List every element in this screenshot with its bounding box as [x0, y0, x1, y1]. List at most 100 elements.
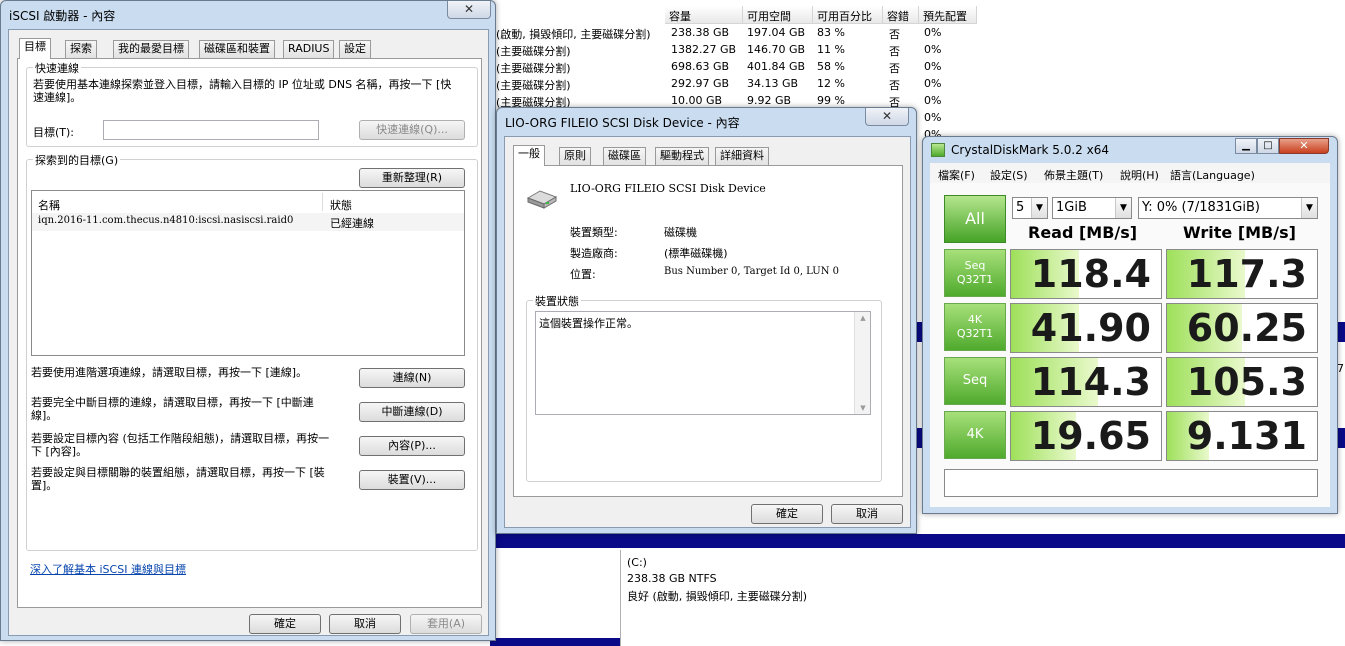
- learn-more-link[interactable]: 深入了解基本 iSCSI 連線與目標: [30, 561, 186, 577]
- cancel-button[interactable]: 取消: [831, 504, 903, 524]
- read-value: 118.4: [1030, 252, 1151, 296]
- test-button-2[interactable]: Seq: [944, 357, 1006, 405]
- targets-list[interactable]: 名稱 狀態 iqn.2016-11.com.thecus.n4810:iscsi…: [31, 190, 465, 356]
- window-title: CrystalDiskMark 5.0.2 x64: [951, 143, 1109, 157]
- location-label: 位置:: [570, 268, 596, 281]
- menu-help[interactable]: 說明(H): [1120, 167, 1159, 183]
- group-title: 裝置狀態: [533, 293, 581, 309]
- device-type-label: 裝置類型:: [570, 226, 618, 239]
- read-value: 114.3: [1030, 360, 1151, 404]
- test-label: Seq: [964, 259, 986, 272]
- properties-button[interactable]: 內容(P)...: [359, 436, 465, 456]
- manufacturer-label: 製造廠商:: [570, 247, 618, 260]
- test-button-3[interactable]: 4K: [944, 411, 1006, 459]
- ok-button[interactable]: 確定: [249, 614, 321, 634]
- tab-favorite-targets[interactable]: 我的最愛目標: [113, 40, 189, 58]
- tab-volumes[interactable]: 磁碟區: [603, 147, 646, 165]
- manufacturer-value: (標準磁碟機): [664, 247, 728, 260]
- scrollbar[interactable]: ▲ ▼: [854, 312, 870, 414]
- apply-button[interactable]: 套用(A): [410, 614, 482, 634]
- test-sublabel: Q32T1: [956, 327, 994, 340]
- target-input[interactable]: [103, 120, 319, 140]
- app-icon: [931, 143, 945, 157]
- disconnect-description: 若要完全中斷目標的連線，請選取目標，再按一下 [中斷連線]。: [31, 396, 314, 422]
- table-row[interactable]: (啟動, 損毀傾印, 主要磁碟分割) 238.38 GB 197.04 GB 8…: [480, 25, 1345, 42]
- maximize-button[interactable]: □: [1257, 138, 1279, 154]
- quick-connect-description: 若要使用基本連線探索並登入目標，請輸入目標的 IP 位址或 DNS 名稱，再按一…: [33, 78, 452, 104]
- close-button[interactable]: ✕: [865, 108, 909, 126]
- chevron-down-icon: ▼: [1031, 198, 1047, 218]
- all-button[interactable]: All: [944, 195, 1006, 243]
- properties-description: 若要設定目標內容 (包括工作階段組態)，請選取目標，再按一下 [內容]。: [31, 432, 330, 458]
- write-result-cell: 117.3: [1166, 249, 1318, 299]
- scroll-up-icon[interactable]: ▲: [855, 314, 871, 322]
- table-row[interactable]: (主要磁碟分割) 698.63 GB 401.84 GB 58 % 否 0%: [480, 59, 1345, 76]
- target-status: 已經連線: [330, 217, 374, 230]
- tab-volumes-devices[interactable]: 磁碟區和裝置: [199, 40, 275, 58]
- test-label: 4K: [966, 427, 984, 442]
- group-title: 快速連線: [33, 60, 81, 76]
- scroll-down-icon[interactable]: ▼: [855, 404, 871, 412]
- comment-input[interactable]: [944, 469, 1318, 497]
- dialog-client: 一般 原則 磁碟區 驅動程式 詳細資料 LIO-ORG FILEIO SCSI …: [504, 136, 911, 528]
- tab-discovery[interactable]: 探索: [65, 40, 97, 58]
- table-row[interactable]: (主要磁碟分割) 1382.27 GB 146.70 GB 11 % 否 0%: [480, 42, 1345, 59]
- window-title: iSCSI 啟動器 - 內容: [9, 9, 116, 23]
- read-header: Read [MB/s]: [1028, 223, 1138, 242]
- col-header-overhead[interactable]: 預先配置: [919, 6, 977, 24]
- col-header-fault-tolerance[interactable]: 容錯: [883, 6, 919, 24]
- test-button-1[interactable]: 4K Q32T1: [944, 303, 1006, 351]
- device-status-textbox[interactable]: 這個裝置操作正常。 ▲ ▼: [535, 311, 871, 415]
- cancel-button[interactable]: 取消: [329, 614, 401, 634]
- col-header-free-percent[interactable]: 可用百分比: [813, 6, 883, 24]
- write-value: 105.3: [1186, 360, 1307, 404]
- tab-configuration[interactable]: 設定: [339, 40, 371, 58]
- tab-radius[interactable]: RADIUS: [283, 40, 335, 58]
- close-icon: ✕: [463, 2, 475, 16]
- volume-c[interactable]: (C:) 238.38 GB NTFS 良好 (啟動, 損毀傾印, 主要磁碟分割…: [620, 550, 1345, 646]
- col-header-capacity[interactable]: 容量: [665, 6, 743, 24]
- test-size-select[interactable]: 1GiB ▼: [1052, 197, 1132, 219]
- crystaldiskmark-window: CrystalDiskMark 5.0.2 x64 ▁ □ ✕ 檔案(F) 設定…: [922, 136, 1338, 514]
- drive-select[interactable]: Y: 0% (7/1831GiB) ▼: [1138, 197, 1318, 219]
- devices-button[interactable]: 裝置(V)...: [359, 470, 465, 490]
- read-value: 19.65: [1030, 414, 1151, 458]
- refresh-button[interactable]: 重新整理(R): [359, 168, 465, 188]
- test-button-0[interactable]: Seq Q32T1: [944, 249, 1006, 297]
- write-value: 117.3: [1186, 252, 1307, 296]
- table-row[interactable]: (主要磁碟分割) 292.97 GB 34.13 GB 12 % 否 0%: [480, 76, 1345, 93]
- ok-button[interactable]: 確定: [751, 504, 823, 524]
- test-label: Seq: [962, 373, 988, 388]
- read-result-cell: 118.4: [1010, 249, 1162, 299]
- menu-language[interactable]: 語言(Language): [1170, 167, 1255, 183]
- tab-driver[interactable]: 驅動程式: [655, 147, 709, 165]
- tab-policies[interactable]: 原則: [559, 147, 591, 165]
- col-header-name[interactable]: 名稱: [38, 197, 60, 213]
- read-value: 41.90: [1030, 306, 1151, 350]
- tab-details[interactable]: 詳細資料: [715, 147, 769, 165]
- test-count-select[interactable]: 5 ▼: [1012, 197, 1048, 219]
- table-row[interactable]: iqn.2016-11.com.thecus.n4810:iscsi.nasis…: [32, 213, 464, 231]
- device-status-text: 這個裝置操作正常。: [539, 317, 638, 330]
- close-button[interactable]: ✕: [1279, 138, 1329, 154]
- disk-bar: [490, 534, 1345, 548]
- chevron-down-icon: ▼: [1301, 198, 1317, 218]
- menu-settings[interactable]: 設定(S): [990, 167, 1028, 183]
- menu-theme[interactable]: 佈景主題(T): [1044, 167, 1103, 183]
- minimize-button[interactable]: ▁: [1235, 138, 1257, 154]
- tab-general[interactable]: 一般: [513, 145, 545, 166]
- group-title: 探索到的目標(G): [33, 152, 121, 168]
- location-value: Bus Number 0, Target Id 0, LUN 0: [664, 266, 839, 277]
- connect-button[interactable]: 連線(N): [359, 368, 465, 388]
- col-header-free-space[interactable]: 可用空間: [743, 6, 813, 24]
- write-header: Write [MB/s]: [1183, 223, 1296, 242]
- tab-targets[interactable]: 目標: [19, 38, 51, 59]
- col-header-status[interactable]: 狀態: [330, 197, 352, 213]
- quick-connect-group: 快速連線 若要使用基本連線探索並登入目標，請輸入目標的 IP 位址或 DNS 名…: [26, 60, 478, 147]
- menu-file[interactable]: 檔案(F): [938, 167, 975, 183]
- write-result-cell: 105.3: [1166, 357, 1318, 407]
- disconnect-button[interactable]: 中斷連線(D): [359, 402, 465, 422]
- device-properties-window: LIO-ORG FILEIO SCSI Disk Device - 內容 ✕ 一…: [496, 107, 917, 534]
- close-button[interactable]: ✕: [447, 1, 491, 19]
- quick-connect-button[interactable]: 快速連線(Q)...: [359, 120, 465, 140]
